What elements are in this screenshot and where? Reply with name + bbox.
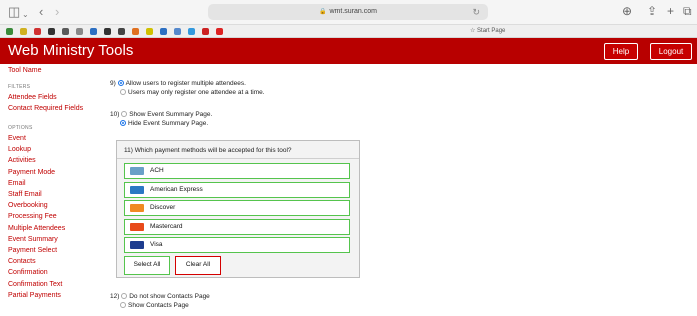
radio-show-contacts[interactable] (120, 302, 126, 308)
url-text: wmt.suran.com (329, 8, 377, 15)
back-icon[interactable]: ‹ (39, 5, 43, 19)
sidebar-item-option[interactable]: Multiple Attendees (8, 225, 65, 232)
start-page-label: Start Page (477, 28, 506, 34)
favorite-site-icon[interactable] (62, 28, 69, 35)
sidebar-item-option[interactable]: Event Summary (8, 236, 58, 243)
favorite-site-icon[interactable] (90, 28, 97, 35)
sidebar-item-option[interactable]: Event (8, 135, 26, 142)
main-content: 9) Allow users to register multiple atte… (110, 64, 697, 316)
sidebar-item-option[interactable]: Email (8, 180, 26, 187)
payment-method-option[interactable]: Visa (124, 237, 350, 253)
sidebar-item-option[interactable]: Contacts (8, 258, 36, 265)
option-label: Do not show Contacts Page (129, 293, 210, 300)
browser-toolbar: ◫ ⌄ ‹ › 🔒 wmt.suran.com ↻ ⊕ ⇪ + ⧉ (0, 0, 697, 25)
option-label: Hide Event Summary Page. (128, 120, 209, 127)
sidebar-item-option[interactable]: Lookup (8, 146, 31, 153)
payment-method-label: ACH (150, 167, 164, 174)
options-heading: OPTIONS (8, 125, 33, 131)
select-all-button[interactable]: Select All (124, 256, 170, 275)
forward-icon[interactable]: › (55, 5, 59, 19)
sidebar-item-option[interactable]: Payment Mode (8, 169, 55, 176)
new-tab-icon[interactable]: + (667, 4, 674, 18)
app-title: Web Ministry Tools (8, 42, 134, 59)
payment-question: 11) Which payment methods will be accept… (124, 147, 292, 154)
question-number: 12) (110, 293, 120, 300)
sidebar-item-filter[interactable]: Attendee Fields (8, 94, 57, 101)
sidebar: Tool Name FILTERS Attendee Fields Contact… (0, 64, 93, 316)
option-label: Show Event Summary Page. (129, 111, 213, 118)
favorite-site-icon[interactable] (104, 28, 111, 35)
sidebar-item-option[interactable]: Confirmation Text (8, 281, 62, 288)
radio-allow-multiple[interactable] (117, 80, 124, 86)
payment-method-label: American Express (150, 185, 203, 193)
favorite-site-icon[interactable] (160, 28, 167, 35)
radio-hide-summary[interactable] (120, 120, 126, 126)
question-10-option-2: Hide Event Summary Page. (120, 120, 208, 127)
payment-method-option[interactable]: Mastercard (124, 218, 350, 235)
favorite-site-icon[interactable] (146, 28, 153, 35)
favorite-site-icon[interactable] (188, 28, 195, 35)
favorite-site-icon[interactable] (118, 28, 125, 35)
favorites-bar: ☆ Start Page (0, 25, 697, 38)
payment-method-label: Visa (150, 241, 163, 248)
download-icon[interactable]: ⊕ (622, 4, 632, 18)
sidebar-item-option[interactable]: Overbooking (8, 202, 48, 209)
sidebar-item-option[interactable]: Staff Email (8, 191, 42, 198)
question-number: 10) (110, 111, 120, 118)
sidebar-item-tool-name[interactable]: Tool Name (8, 67, 41, 74)
radio-single-attendee[interactable] (120, 89, 126, 95)
favorite-site-icon[interactable] (48, 28, 55, 35)
chevron-down-icon[interactable]: ⌄ (22, 8, 29, 22)
favorite-site-icon[interactable] (6, 28, 13, 35)
sidebar-toggle-icon[interactable]: ◫ (8, 5, 20, 19)
payment-method-option[interactable]: ACH (124, 163, 350, 179)
favorite-site-icon[interactable] (132, 28, 139, 35)
favorite-site-icon[interactable] (76, 28, 83, 35)
divider (117, 158, 359, 159)
share-icon[interactable]: ⇪ (647, 4, 657, 18)
question-9: 9) Allow users to register multiple atte… (110, 80, 246, 87)
sidebar-item-filter[interactable]: Contact Required Fields (8, 105, 83, 112)
question-10: 10) Show Event Summary Page. (110, 111, 212, 118)
sidebar-item-option[interactable]: Partial Payments (8, 292, 61, 299)
reload-icon[interactable]: ↻ (472, 4, 480, 20)
app-header: Web Ministry Tools Help Logout (0, 38, 697, 64)
favorite-site-icon[interactable] (174, 28, 181, 35)
question-9-option-2: Users may only register one attendee at … (120, 89, 265, 96)
help-button[interactable]: Help (604, 43, 638, 60)
amex-card-icon (130, 185, 144, 194)
favorite-site-icon[interactable] (216, 28, 223, 35)
sidebar-item-option[interactable]: Payment Select (8, 247, 57, 254)
discover-card-icon (130, 204, 144, 212)
ach-icon (130, 167, 144, 175)
start-page-link[interactable]: ☆ Start Page (470, 27, 505, 34)
sidebar-item-option[interactable]: Activities (8, 157, 36, 164)
filters-heading: FILTERS (8, 84, 31, 90)
radio-hide-contacts[interactable] (121, 293, 128, 299)
question-number: 9) (110, 80, 116, 87)
payment-method-option[interactable]: Discover (124, 200, 350, 216)
option-label: Users may only register one attendee at … (128, 89, 265, 96)
sidebar-item-option[interactable]: Confirmation (8, 269, 48, 276)
question-12: 12) Do not show Contacts Page (110, 293, 210, 300)
option-label: Allow users to register multiple attende… (125, 80, 246, 87)
payment-method-option[interactable]: American Express (124, 181, 350, 198)
mastercard-icon (130, 222, 144, 231)
radio-show-summary[interactable] (121, 111, 128, 117)
favorite-site-icon[interactable] (34, 28, 41, 35)
clear-all-button[interactable]: Clear All (175, 256, 221, 275)
favorite-site-icon[interactable] (202, 28, 209, 35)
lock-icon: 🔒 (319, 9, 327, 15)
favorite-site-icon[interactable] (20, 28, 27, 35)
address-bar[interactable]: 🔒 wmt.suran.com ↻ (208, 4, 488, 20)
question-12-option-2: Show Contacts Page (120, 302, 189, 309)
sidebar-item-option[interactable]: Processing Fee (8, 213, 57, 220)
option-label: Show Contacts Page (128, 302, 189, 309)
payment-method-label: Mastercard (150, 222, 183, 230)
logout-button[interactable]: Logout (650, 43, 692, 60)
visa-card-icon (130, 241, 144, 249)
payment-method-label: Discover (150, 204, 176, 211)
payment-methods-panel: 11) Which payment methods will be accept… (116, 140, 360, 278)
tabs-overview-icon[interactable]: ⧉ (683, 4, 692, 19)
